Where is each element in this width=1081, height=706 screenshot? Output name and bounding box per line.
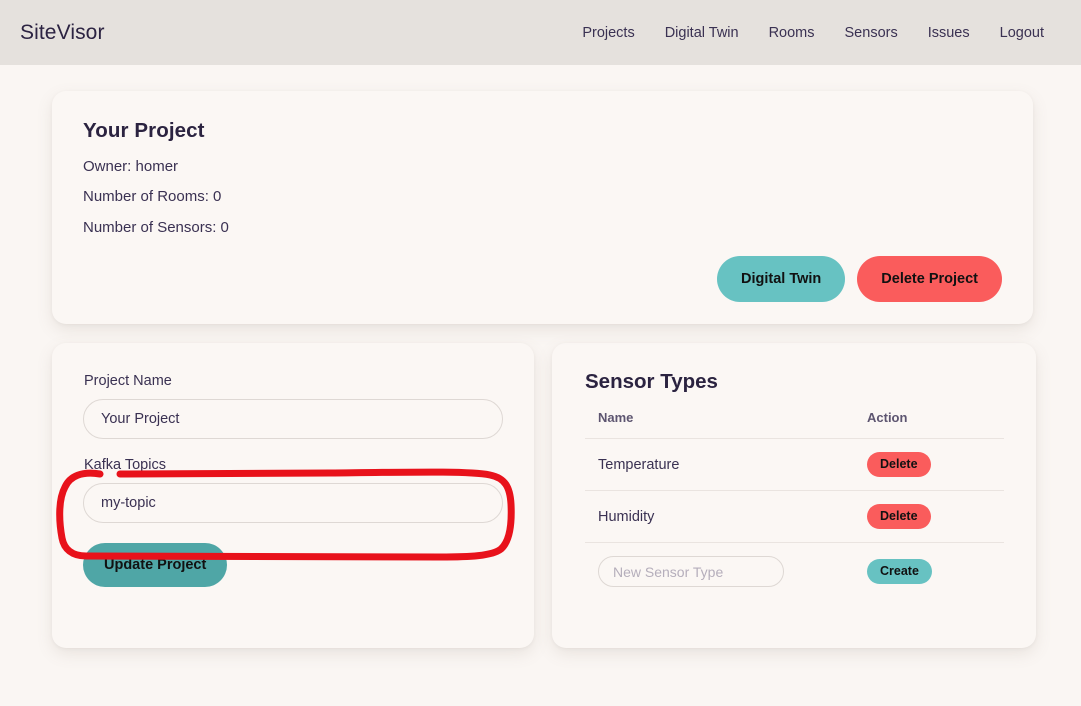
digital-twin-button[interactable]: Digital Twin — [717, 256, 846, 302]
project-sensor-count: Number of Sensors: 0 — [83, 218, 229, 236]
nav-link-sensors[interactable]: Sensors — [830, 19, 913, 47]
update-project-button[interactable]: Update Project — [83, 543, 228, 587]
column-header-name: Name — [585, 410, 854, 439]
kafka-topics-label: Kafka Topics — [84, 457, 166, 473]
navbar: SiteVisor Projects Digital Twin Rooms Se… — [0, 0, 1081, 65]
nav-link-rooms[interactable]: Rooms — [754, 19, 830, 47]
project-name-label: Project Name — [84, 373, 172, 389]
delete-project-button[interactable]: Delete Project — [857, 256, 1002, 302]
table-row: Temperature Delete — [585, 438, 1004, 491]
new-sensor-type-cell — [585, 543, 854, 601]
project-room-count: Number of Rooms: 0 — [83, 188, 222, 206]
nav-link-issues[interactable]: Issues — [913, 19, 985, 47]
nav-link-projects[interactable]: Projects — [567, 19, 649, 47]
kafka-topics-input[interactable] — [83, 483, 503, 523]
create-sensor-type-cell: Create — [854, 543, 1004, 601]
project-edit-form-card: Project Name Kafka Topics Update Project — [52, 343, 534, 648]
nav-links: Projects Digital Twin Rooms Sensors Issu… — [567, 19, 1059, 47]
sensor-types-card: Sensor Types Name Action Temperature Del… — [552, 343, 1036, 648]
table-header-row: Name Action — [585, 410, 1004, 439]
page-title: Your Project — [83, 119, 205, 142]
nav-link-logout[interactable]: Logout — [985, 19, 1059, 47]
sensor-type-name: Humidity — [585, 490, 854, 543]
sensor-types-table: Name Action Temperature Delete Humidity — [585, 410, 1004, 600]
page-content: Your Project Owner: homer Number of Room… — [0, 65, 1081, 648]
sensor-types-title: Sensor Types — [585, 370, 718, 393]
create-sensor-type-button[interactable]: Create — [867, 559, 932, 584]
project-owner: Owner: homer — [83, 158, 179, 175]
table-row: Humidity Delete — [585, 490, 1004, 543]
sensor-type-action-cell: Delete — [854, 490, 1004, 543]
nav-link-digital-twin[interactable]: Digital Twin — [650, 19, 754, 47]
new-sensor-type-row: Create — [585, 543, 1004, 601]
project-action-buttons: Digital Twin Delete Project — [717, 256, 1002, 302]
sensor-type-action-cell: Delete — [854, 438, 1004, 491]
column-header-action: Action — [854, 410, 1004, 439]
project-name-input[interactable] — [83, 399, 503, 439]
project-summary-card: Your Project Owner: homer Number of Room… — [52, 91, 1033, 324]
new-sensor-type-input[interactable] — [598, 556, 784, 587]
sensor-type-name: Temperature — [585, 438, 854, 491]
brand-logo[interactable]: SiteVisor — [20, 21, 105, 45]
bottom-row: Project Name Kafka Topics Update Project… — [52, 343, 1037, 648]
delete-sensor-type-button[interactable]: Delete — [867, 504, 931, 529]
delete-sensor-type-button[interactable]: Delete — [867, 452, 931, 477]
